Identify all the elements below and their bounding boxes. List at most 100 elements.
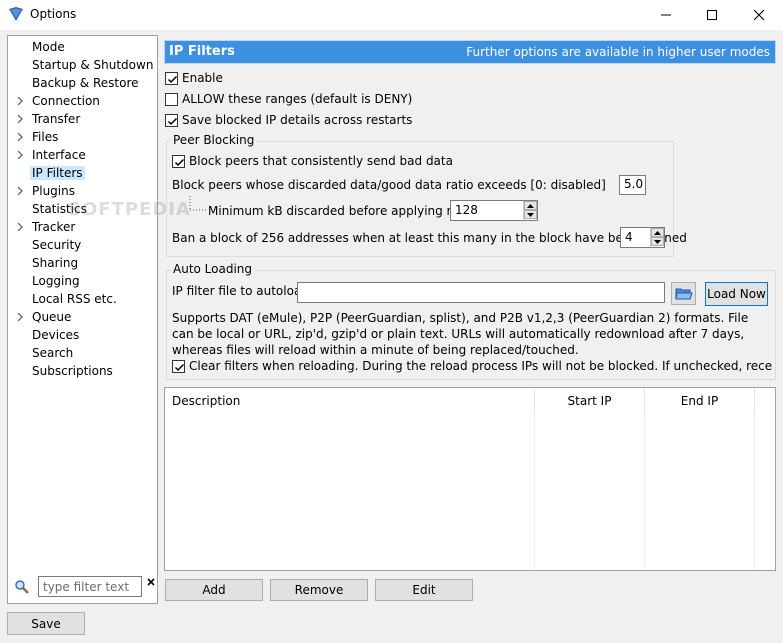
chevron-right-icon[interactable] [16,187,24,195]
maximize-icon [707,10,717,20]
ratio-label: Block peers whose discarded data/good da… [172,178,606,192]
sidebar-item-search[interactable]: Search [8,344,157,362]
ban-value: 4 [625,230,633,244]
add-button[interactable]: Add [165,579,263,601]
sidebar-item-label: Search [32,346,74,360]
window-title: Options [30,7,77,21]
ratio-input[interactable]: 5.0 [619,175,646,195]
autoload-file-input[interactable] [297,282,665,303]
column-divider [534,414,535,570]
sidebar-item-connection[interactable]: Connection [8,92,157,110]
save-blocked-checkbox-box[interactable] [165,113,178,127]
sidebar-item-label: Subscriptions [32,364,113,378]
min-kb-spin-arrows[interactable] [523,201,537,220]
save-blocked-label: Save blocked IP details across restarts [182,113,413,127]
allow-ranges-checkbox-box[interactable] [165,92,178,106]
folder-open-icon [674,288,693,299]
peer-blocking-title: Peer Blocking [170,133,258,147]
auto-loading-title: Auto Loading [170,262,256,276]
sidebar-item-label: Local RSS etc. [32,292,117,306]
sidebar-item-local-rss-etc[interactable]: Local RSS etc. [8,290,157,308]
block-bad-checkbox-box[interactable] [172,154,185,168]
sidebar-item-mode[interactable]: Mode [8,38,157,56]
save-button[interactable]: Save [7,612,85,635]
save-blocked-checkbox[interactable]: Save blocked IP details across restarts [165,112,412,128]
sidebar-item-startup-shutdown[interactable]: Startup & Shutdown [8,56,157,74]
allow-ranges-checkbox[interactable]: ALLOW these ranges (default is DENY) [165,91,412,107]
spin-up-icon[interactable] [651,228,664,237]
checkmark-icon [174,158,185,166]
chevron-right-icon[interactable] [16,97,24,105]
sidebar-item-label: Sharing [32,256,79,270]
close-icon [753,9,765,21]
ban-spinner[interactable]: 4 [620,227,665,248]
sidebar-item-subscriptions[interactable]: Subscriptions [8,362,157,380]
maximize-button[interactable] [689,0,735,30]
load-now-button[interactable]: Load Now [705,282,768,306]
spin-down-icon[interactable] [651,237,664,246]
clear-filters-checkbox-box[interactable] [172,359,185,373]
sidebar-item-security[interactable]: Security [8,236,157,254]
ban-label: Ban a block of 256 addresses when at lea… [172,231,687,245]
spin-up-icon[interactable] [524,201,537,210]
chevron-right-icon[interactable] [16,133,24,141]
section-header: IP Filters Further options are available… [164,40,776,64]
sidebar-item-files[interactable]: Files [8,128,157,146]
column-header-description[interactable]: Description [165,388,535,414]
browse-button[interactable] [671,282,696,305]
sidebar-item-queue[interactable]: Queue [8,308,157,326]
close-button[interactable] [736,0,782,30]
block-bad-label: Block peers that consistently send bad d… [189,154,453,168]
chevron-right-icon[interactable] [16,151,24,159]
minimize-icon [661,14,671,16]
sidebar-item-label: Mode [32,40,65,54]
minimize-button[interactable] [643,0,689,30]
sidebar-item-label: Queue [32,310,72,324]
enable-checkbox[interactable]: Enable [165,70,223,86]
autoload-description: Supports DAT (eMule), P2P (PeerGuardian,… [172,311,749,357]
sidebar-item-label: Files [32,130,59,144]
clear-filters-label: Clear filters when reloading. During the… [189,359,772,373]
block-bad-checkbox[interactable]: Block peers that consistently send bad d… [172,153,453,169]
sidebar-item-tracker[interactable]: Tracker [8,218,157,236]
ip-filters-table[interactable]: Description Start IP End IP [164,387,776,571]
sidebar-item-label: Tracker [32,220,76,234]
sidebar-item-ip-filters[interactable]: IP Filters [8,164,157,182]
filter-input[interactable] [38,576,142,597]
checkmark-icon [167,117,178,125]
search-icon [15,580,29,594]
remove-button[interactable]: Remove [270,579,368,601]
column-header-start-ip[interactable]: Start IP [535,388,645,414]
edit-button[interactable]: Edit [375,579,473,601]
chevron-right-icon[interactable] [16,115,24,123]
column-header-end-ip[interactable]: End IP [645,388,755,414]
options-sidebar: Mode Startup & Shutdown Backup & Restore Co… [7,35,190,604]
clear-filters-checkbox[interactable]: Clear filters when reloading. During the… [172,358,772,374]
sidebar-item-devices[interactable]: Devices [8,326,157,344]
sidebar-item-backup-restore[interactable]: Backup & Restore [8,74,157,92]
enable-checkbox-box[interactable] [165,71,178,85]
sidebar-item-plugins[interactable]: Plugins [8,182,157,200]
sidebar-item-logging[interactable]: Logging [8,272,157,290]
sidebar-item-transfer[interactable]: Transfer [8,110,157,128]
sidebar-item-label: Startup & Shutdown [32,58,154,72]
ratio-value: 5.0 [624,177,644,191]
chevron-right-icon[interactable] [16,313,24,321]
sidebar-item-sharing[interactable]: Sharing [8,254,157,272]
enable-label: Enable [182,71,223,85]
sidebar-item-interface[interactable]: Interface [8,146,157,164]
sidebar-item-label: Devices [32,328,80,342]
ban-spin-arrows[interactable] [650,228,664,247]
column-divider [754,414,755,570]
min-kb-spinner[interactable]: 128 [450,200,538,221]
column-divider [644,414,645,570]
chevron-right-icon[interactable] [16,223,24,231]
spin-down-icon[interactable] [524,210,537,219]
sidebar-item-label: Logging [32,274,80,288]
autoload-file-label: IP filter file to autoload [172,284,309,298]
indent-connector-icon [189,196,206,211]
allow-ranges-label: ALLOW these ranges (default is DENY) [182,92,413,106]
clear-filter-icon[interactable] [146,577,156,587]
min-kb-label: Minimum kB discarded before applying rat… [208,204,475,218]
checkmark-icon [167,75,178,83]
